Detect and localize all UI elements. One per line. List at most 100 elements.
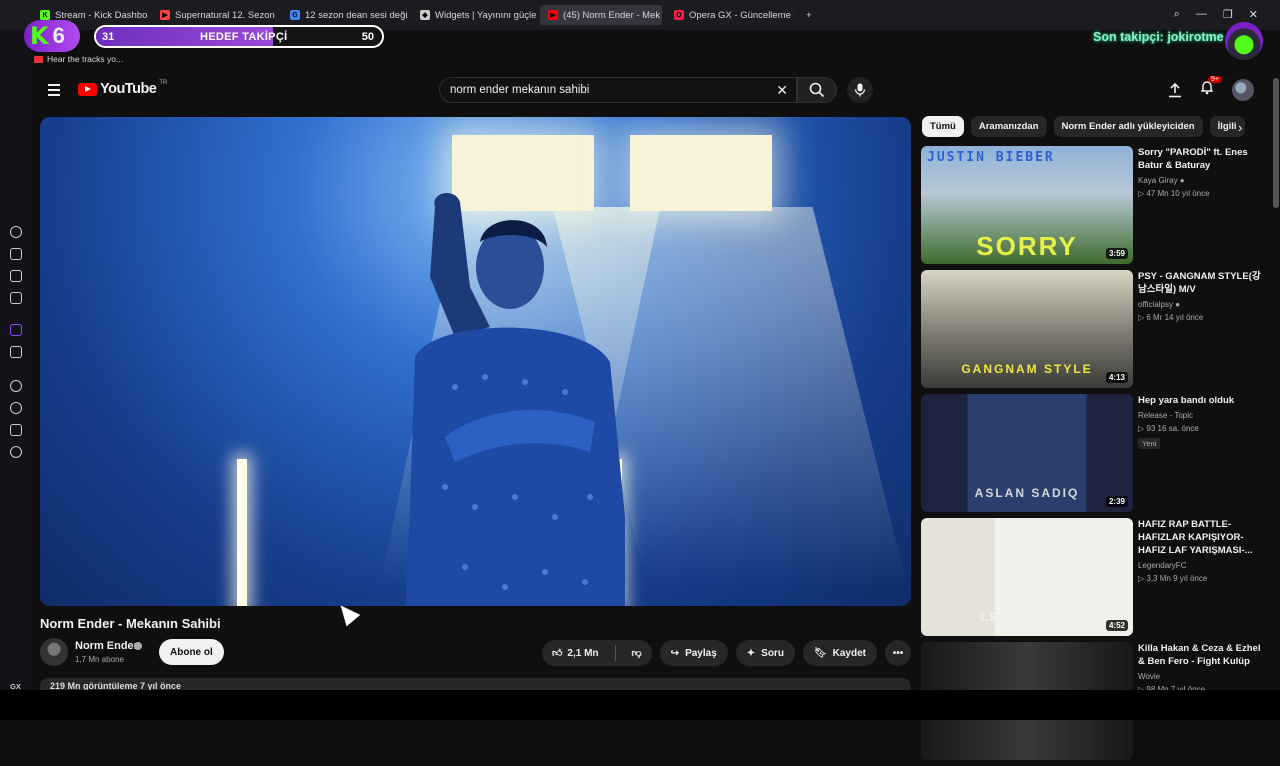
- settings-icon[interactable]: [10, 446, 22, 458]
- menu-icon[interactable]: [48, 84, 60, 99]
- bottom-bar: [0, 690, 1280, 720]
- browser-tab[interactable]: ◆ Widgets | Yayınını güçlend: [412, 5, 536, 25]
- tab-favicon-icon: G: [290, 10, 300, 20]
- channel-name: officialpsy: [1138, 300, 1173, 309]
- recommendation-title[interactable]: Killa Hakan & Ceza & Ezhel & Ben Fero - …: [1138, 642, 1263, 668]
- share-button[interactable]: ↪ Paylaş: [659, 640, 728, 666]
- save-button[interactable]: 🔖︎ Kaydet: [802, 640, 877, 666]
- kick-logo-icon: K: [30, 22, 49, 50]
- subscribe-button[interactable]: Abone ol: [159, 639, 224, 665]
- mic-icon: [854, 83, 866, 97]
- minimize-icon[interactable]: —: [1196, 8, 1207, 21]
- recommendation-item[interactable]: ASLAN SADIQ 2:39 Hep yara bandı olduk Relea…: [921, 394, 1266, 518]
- logo-country: TR: [159, 80, 168, 86]
- search-input[interactable]: norm ender mekanın sahibi ✕: [439, 77, 797, 103]
- restore-icon[interactable]: ❐: [1223, 8, 1233, 21]
- youtube-small-icon: [34, 55, 43, 63]
- dislike-button[interactable]: 👎︎: [622, 640, 652, 666]
- recommendation-meta: ▷ 6 Mr 14 yıl önce: [1138, 313, 1263, 322]
- recommendation-info: Hep yara bandı olduk Release - Topic ▷ 93 …: [1138, 394, 1263, 451]
- scroll-thumb[interactable]: [1273, 78, 1279, 208]
- filter-chip[interactable]: Aramanızdan: [970, 116, 1047, 137]
- streamer-avatar: [1225, 22, 1263, 60]
- clear-search-icon[interactable]: ✕: [776, 82, 788, 99]
- window-light: [630, 135, 772, 211]
- twitch-icon[interactable]: [10, 324, 22, 336]
- recommendation-channel[interactable]: Release - Topic: [1138, 411, 1263, 420]
- duration-badge: 2:39: [1105, 496, 1128, 507]
- performer-silhouette: [405, 192, 625, 606]
- recommendation-channel[interactable]: Wovie: [1138, 672, 1263, 681]
- video-thumbnail[interactable]: GANGNAM STYLE 4:13: [921, 270, 1133, 388]
- channel-name[interactable]: Norm Ender: [75, 640, 138, 652]
- history-icon[interactable]: [10, 402, 22, 414]
- upload-icon[interactable]: [1168, 82, 1182, 98]
- recommendation-title[interactable]: Hep yara bandı olduk: [1138, 394, 1263, 407]
- divider: [614, 645, 616, 661]
- duration-badge: 4:13: [1105, 372, 1128, 383]
- goal-label: HEDEF TAKİPÇİ: [200, 31, 288, 43]
- filter-chip[interactable]: Tümü: [922, 116, 964, 137]
- recommendation-channel[interactable]: officialpsy ●: [1138, 300, 1263, 309]
- channel-avatar[interactable]: [40, 638, 68, 666]
- recommendations-list: JUSTIN BIEBER SORRY 3:59 Sorry "PARODİ" ft.…: [921, 146, 1266, 766]
- header-actions: 9+: [1168, 76, 1254, 101]
- ask-button[interactable]: ✦ Soru: [735, 640, 795, 666]
- recommendation-item[interactable]: LEGENDARY 4:52 HAFIZ RAP BATTLE-HAFIZLAR K…: [921, 518, 1266, 642]
- close-window-icon[interactable]: ✕: [1249, 8, 1258, 21]
- stream-goal-overlay: K 6 31 HEDEF TAKİPÇİ 50: [24, 20, 386, 54]
- search-tabs-icon[interactable]: ⌕: [1174, 8, 1180, 21]
- messenger-icon[interactable]: [10, 292, 22, 304]
- tab-favicon-icon: ◆: [420, 10, 430, 20]
- recommendation-title[interactable]: HAFIZ RAP BATTLE-HAFIZLAR KAPIŞIYOR-HAFI…: [1138, 518, 1263, 557]
- tab-favicon-icon: K: [40, 10, 50, 20]
- hear-tracks-notice[interactable]: Hear the tracks yo...: [34, 54, 123, 64]
- youtube-logo[interactable]: YouTube TR: [78, 80, 168, 97]
- notifications-button[interactable]: 9+: [1200, 76, 1222, 100]
- recommendation-channel[interactable]: Kaya Giray ●: [1138, 176, 1263, 185]
- video-player[interactable]: [40, 117, 911, 606]
- filter-chip[interactable]: Norm Ender adlı yükleyiciden: [1053, 116, 1203, 137]
- video-thumbnail[interactable]: JUSTIN BIEBER SORRY 3:59: [921, 146, 1133, 264]
- chevron-right-icon[interactable]: ›: [1238, 120, 1242, 135]
- video-thumbnail[interactable]: ASLAN SADIQ 2:39: [921, 394, 1133, 512]
- opera-sidebar: GX •••: [0, 30, 32, 711]
- browser-tab[interactable]: ▶ (45) Norm Ender - Mek: [540, 5, 662, 25]
- video-thumbnail[interactable]: LEGENDARY 4:52: [921, 518, 1133, 636]
- voice-search-button[interactable]: [847, 77, 873, 103]
- upload-age: 16 sa. önce: [1157, 424, 1199, 433]
- player-icon[interactable]: [10, 380, 22, 392]
- verified-icon: ●: [1177, 176, 1185, 185]
- share-icon: ↪: [670, 647, 680, 659]
- recommendation-title[interactable]: PSY - GANGNAM STYLE(강남스타일) M/V: [1138, 270, 1263, 296]
- percent-icon[interactable]: [10, 346, 22, 358]
- new-tab-button[interactable]: +: [798, 5, 820, 25]
- extension-icon[interactable]: [10, 270, 22, 282]
- search-button[interactable]: [797, 77, 837, 103]
- search-value: norm ender mekanın sahibi: [450, 84, 590, 96]
- page-scrollbar[interactable]: [1272, 70, 1280, 690]
- cube-icon[interactable]: [10, 424, 22, 436]
- recommendation-channel[interactable]: LegendaryFC: [1138, 561, 1263, 570]
- tab-label: (45) Norm Ender - Mek: [563, 9, 661, 21]
- more-actions-button[interactable]: •••: [885, 640, 911, 666]
- light-tube: [237, 459, 247, 606]
- goal-current: 31: [102, 31, 115, 43]
- refresh-icon[interactable]: [10, 226, 22, 238]
- tab-favicon-icon: O: [674, 10, 684, 20]
- thumbnail-caption: ASLAN SADIQ: [974, 486, 1080, 500]
- recommendation-item[interactable]: JUSTIN BIEBER SORRY 3:59 Sorry "PARODİ" ft.…: [921, 146, 1266, 270]
- youtube-page: YouTube TR norm ender mekanın sahibi ✕ 9…: [32, 70, 1272, 760]
- subscriber-count: 1,7 Mn abone: [75, 655, 124, 664]
- recommendation-info: PSY - GANGNAM STYLE(강남스타일) M/V officialps…: [1138, 270, 1263, 322]
- bag-icon[interactable]: [10, 248, 22, 260]
- account-avatar[interactable]: [1232, 79, 1254, 101]
- view-count: 47 Mn: [1146, 189, 1169, 198]
- tab-label: Supernatural 12. Sezon 1. B: [175, 9, 278, 21]
- browser-tab[interactable]: O Opera GX - Güncelleme tar: [666, 5, 794, 25]
- recommendation-item[interactable]: GANGNAM STYLE 4:13 PSY - GANGNAM STYLE(강남스…: [921, 270, 1266, 394]
- recommendation-title[interactable]: Sorry "PARODİ" ft. Enes Batur & Baturay: [1138, 146, 1263, 172]
- like-button[interactable]: 👍︎ 2,1 Mn: [542, 640, 609, 666]
- follower-goal-bar: 31 HEDEF TAKİPÇİ 50: [94, 25, 384, 48]
- new-badge: Yeni: [1138, 438, 1161, 449]
